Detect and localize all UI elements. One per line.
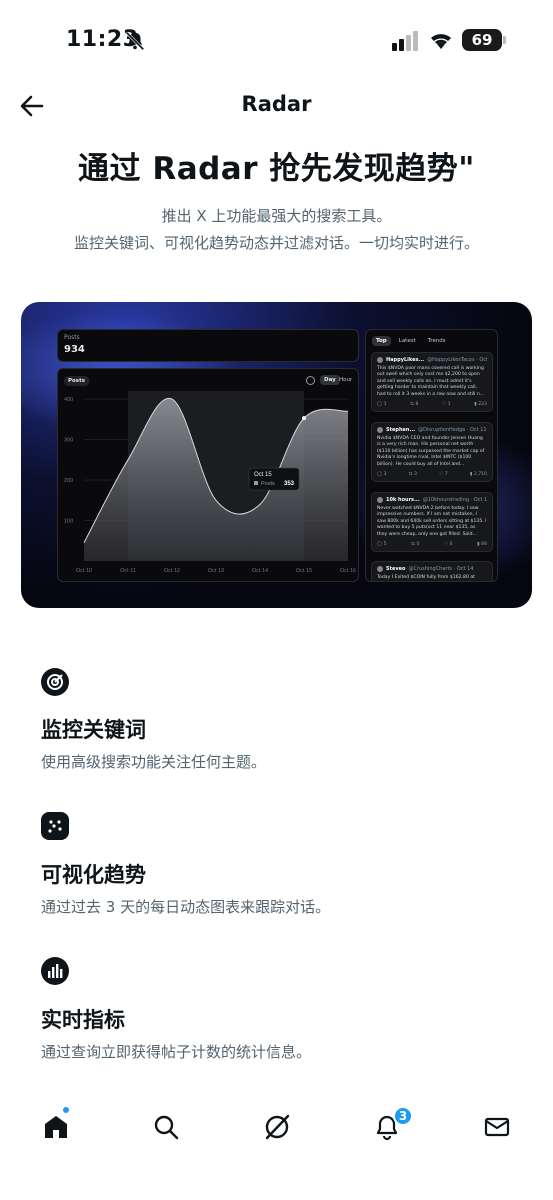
like-count: ♡ 7 — [439, 472, 448, 478]
feature-desc-monitor: 使用高级搜索功能关注任何主题。 — [41, 753, 267, 771]
views-count: ▮ 2,710 — [469, 472, 487, 478]
tooltip-label: Posts — [261, 481, 275, 487]
tooltip-value: 353 — [284, 481, 295, 487]
feed-panel: Top Latest Trends HappyLikes... @HappyLikes… — [365, 329, 498, 582]
x-tick-label: Oct 12 — [164, 568, 180, 574]
signal-icon — [392, 31, 420, 55]
avatar — [377, 497, 383, 503]
grok-icon — [265, 1114, 290, 1140]
battery-icon: 69 — [462, 29, 502, 51]
y-tick-label: 300 — [64, 438, 73, 444]
tweet-actions: ◯ 3 ⇆ 3 ♡ 7 ▮ 2,710 — [377, 472, 487, 477]
search-icon — [154, 1115, 179, 1140]
home-icon — [45, 1116, 67, 1138]
repost-count: ⇆ 3 — [408, 472, 417, 478]
y-tick-label: 100 — [64, 519, 73, 525]
tweet-text: Nvidia $NVDA CEO and founder Jensen Huan… — [377, 436, 485, 467]
tweet-handle: @CrushingCharts · Oct 14 — [408, 566, 474, 572]
x-tick-label: Oct 14 — [252, 568, 268, 574]
posts-area-chart: 400 300 200 100 Oct 10 Oct 11 Oct 12 Oct 13 Oct … — [64, 391, 356, 574]
tweet-card: Steveo @CrushingCharts · Oct 14 Today I Ex… — [371, 561, 493, 581]
feature-title-metrics: 实时指标 — [41, 1008, 125, 1032]
radar-preview-image: Posts 934 Posts Day Hour 400 300 200 100 Oct… — [21, 302, 532, 608]
mail-icon — [484, 1117, 510, 1137]
views-count: ▮ 223 — [474, 402, 487, 408]
reply-count: ◯ 1 — [377, 402, 387, 408]
posts-count-label: Posts — [64, 334, 80, 341]
notifications-badge: 3 — [393, 1106, 413, 1126]
hover-point — [302, 416, 306, 421]
tweet-text: Today I Exited $COIN fully from $162.80 … — [377, 575, 475, 580]
x-tick-label: Oct 11 — [120, 568, 136, 574]
x-tick-label: Oct 13 — [208, 568, 224, 574]
reply-count: ◯ 5 — [377, 542, 387, 548]
bottom-nav — [0, 1095, 553, 1200]
bar-chart-icon — [41, 957, 69, 985]
tweet-actions: ◯ 5 ⇆ 0 ♡ 6 ▮ 86 — [377, 542, 487, 547]
tweet-handle: @DisruptionHedge · Oct 11 — [418, 427, 487, 433]
feed-tabs: Top Latest Trends — [372, 336, 450, 346]
tweet-card: HappyLikes...@HappyLikesTacos · Oct 14 Th… — [371, 352, 493, 413]
x-tick-label: Oct 16 — [340, 568, 356, 574]
feature-title-monitor: 监控关键词 — [41, 718, 146, 742]
tweet-card: 10k hours... @10khourstrading · Oct 11 Nev… — [371, 492, 493, 553]
page-title: Radar — [241, 92, 312, 116]
hero-title: 通过 Radar 抢先发现趋势" — [78, 151, 475, 187]
tweet-card: Stephen... @DisruptionHedge · Oct 11 Nvidi… — [371, 422, 493, 483]
scatter-chart-icon — [41, 812, 69, 840]
reply-count: ◯ 3 — [377, 472, 387, 478]
repost-count: ⇆ 8 — [410, 402, 419, 408]
bell-muted-icon — [124, 30, 146, 56]
nav-messages[interactable] — [477, 1107, 517, 1147]
tweet-text: Never watched $NVDA 2 before today. I sa… — [377, 506, 487, 537]
tweet-text: This $NVDA poor mans covered call is wor… — [377, 366, 485, 397]
hero-subtitle-line1: 推出 X 上功能最强大的搜索工具。 — [161, 207, 392, 225]
feature-title-visualize: 可视化趋势 — [41, 863, 146, 887]
wifi-icon — [428, 29, 454, 55]
x-tick-label: Oct 15 — [296, 568, 312, 574]
target-icon — [41, 668, 69, 696]
nav-grok[interactable] — [257, 1107, 297, 1147]
views-count: ▮ 86 — [477, 542, 487, 548]
nav-search[interactable] — [146, 1107, 186, 1147]
tweet-author: Steveo — [386, 566, 406, 572]
hero-subtitle-line2: 监控关键词、可视化趋势动态并过滤对话。一切均实时进行。 — [73, 234, 479, 252]
battery-tip — [503, 36, 506, 44]
repost-count: ⇆ 0 — [411, 542, 420, 548]
tweet-handle: @HappyLikesTacos · Oct 14 — [427, 357, 487, 363]
tweet-actions: ◯ 1 ⇆ 8 ♡ 1 ▮ 223 — [377, 402, 487, 407]
tweet-handle: @10khourstrading · Oct 11 — [422, 497, 487, 503]
nav-home[interactable] — [36, 1107, 76, 1147]
tooltip-date: Oct 15 — [254, 472, 272, 478]
feed-tab: Latest — [398, 338, 416, 344]
posts-chart-panel: Posts Day Hour 400 300 200 100 Oct 10 Oct 11 O… — [57, 368, 359, 582]
home-unread-dot — [62, 1106, 70, 1114]
feed-tab: Trends — [427, 338, 446, 344]
feed-tab: Top — [372, 336, 391, 346]
x-tick-label: Oct 10 — [76, 568, 92, 574]
tweet-author: 10k hours... — [386, 497, 420, 503]
posts-count-value: 934 — [64, 344, 85, 355]
like-count: ♡ 1 — [442, 402, 451, 408]
avatar — [377, 566, 383, 572]
y-tick-label: 400 — [64, 397, 73, 403]
posts-count-panel: Posts 934 — [57, 329, 359, 362]
tweet-author: HappyLikes... — [386, 357, 425, 363]
feature-desc-metrics: 通过查询立即获得帖子计数的统计信息。 — [41, 1043, 312, 1061]
feature-desc-visualize: 通过过去 3 天的每日动态图表来跟踪对话。 — [41, 898, 331, 916]
status-bar: 11:23 69 — [0, 0, 553, 82]
tooltip-swatch — [254, 481, 258, 486]
tweet-author: Stephen... — [386, 427, 416, 433]
like-count: ♡ 6 — [444, 542, 453, 548]
avatar — [377, 357, 383, 363]
avatar — [377, 427, 383, 433]
y-tick-label: 200 — [64, 478, 73, 484]
